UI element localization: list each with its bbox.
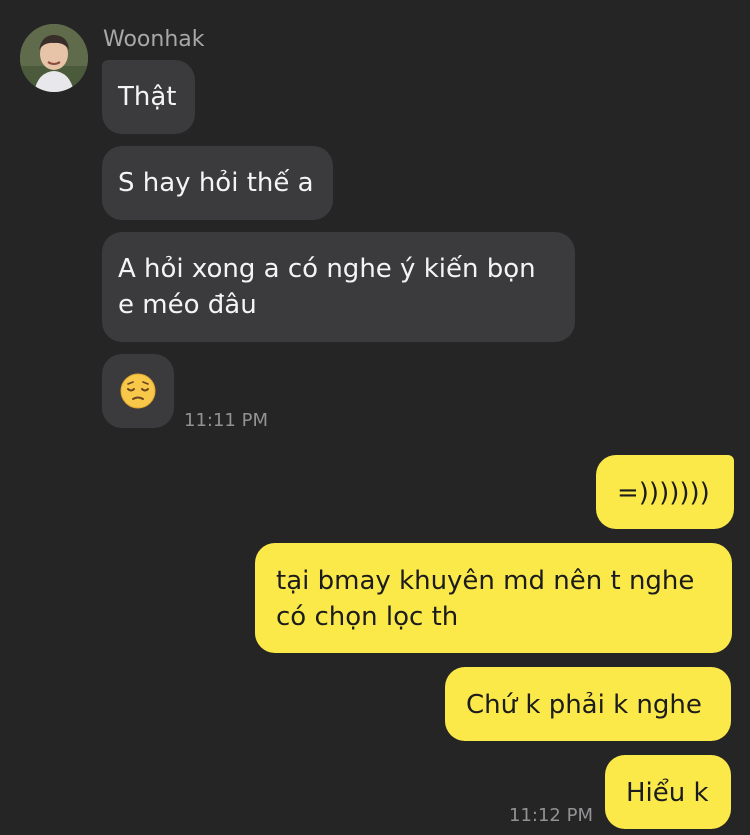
message-text: A hỏi xong a có nghe ý kiến bọn e méo đâ… <box>118 254 536 320</box>
timestamp-incoming: 11:11 PM <box>184 410 268 431</box>
message-text: Thật <box>118 82 177 112</box>
incoming-message[interactable]: A hỏi xong a có nghe ý kiến bọn e méo đâ… <box>102 232 575 342</box>
message-text: Hiểu k <box>626 778 709 808</box>
timestamp-outgoing: 11:12 PM <box>509 805 593 826</box>
message-text: S hay hỏi thế a <box>118 168 314 198</box>
pensive-face-icon <box>120 373 156 409</box>
message-text: tại bmay khuyên md nên t nghe có chọn lọ… <box>276 566 695 632</box>
outgoing-message[interactable]: =))))))) <box>596 455 734 529</box>
outgoing-message[interactable]: tại bmay khuyên md nên t nghe có chọn lọ… <box>255 543 732 653</box>
message-text: Chứ k phải k nghe <box>466 690 702 720</box>
sender-name: Woonhak <box>103 27 205 52</box>
outgoing-message[interactable]: Hiểu k <box>605 755 731 829</box>
incoming-message[interactable]: S hay hỏi thế a <box>102 146 333 220</box>
incoming-message[interactable]: Thật <box>102 60 195 134</box>
incoming-emoji-message[interactable] <box>102 354 174 428</box>
outgoing-message[interactable]: Chứ k phải k nghe <box>445 667 731 741</box>
avatar[interactable] <box>20 24 88 92</box>
chat-thread: Woonhak Thật S hay hỏi thế a A hỏi xong … <box>0 0 750 835</box>
message-text: =))))))) <box>617 478 710 508</box>
